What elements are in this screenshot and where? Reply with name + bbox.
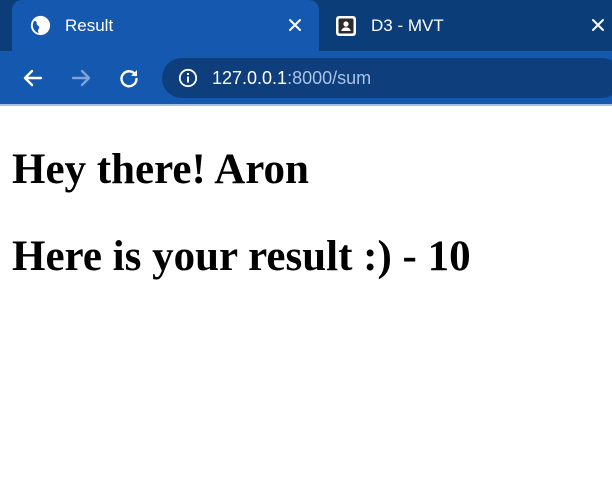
greeting-heading: Hey there! Aron [12, 146, 309, 193]
globe-icon [30, 15, 51, 36]
reload-icon [118, 67, 140, 89]
tab-title: D3 - MVT [371, 15, 444, 35]
tab-strip: Result D3 - MVT [0, 0, 612, 51]
toolbar: 127.0.0.1:8000/sum [0, 51, 612, 104]
tab-title: Result [65, 15, 114, 35]
tab-result[interactable]: Result [12, 0, 319, 51]
arrow-right-icon [70, 67, 92, 89]
tab-d3-mvt[interactable]: D3 - MVT [319, 0, 612, 51]
url-path: :8000/sum [287, 67, 372, 88]
back-button[interactable] [18, 63, 48, 93]
forward-button[interactable] [66, 63, 96, 93]
address-bar[interactable]: 127.0.0.1:8000/sum [162, 58, 612, 98]
arrow-left-icon [22, 67, 44, 89]
url-text[interactable]: 127.0.0.1:8000/sum [212, 68, 371, 89]
result-heading: Here is your result :) - 10 [12, 233, 471, 280]
browser-window: Result D3 - MVT 127.0.0.1:8000/sum Hey t… [0, 0, 612, 503]
reload-button[interactable] [114, 63, 144, 93]
page-content: Hey there! Aron Here is your result :) -… [0, 106, 612, 503]
close-icon[interactable] [586, 13, 610, 37]
url-host: 127.0.0.1 [212, 67, 288, 88]
close-icon[interactable] [283, 13, 307, 37]
contact-icon [335, 15, 357, 37]
info-icon[interactable] [178, 68, 198, 88]
